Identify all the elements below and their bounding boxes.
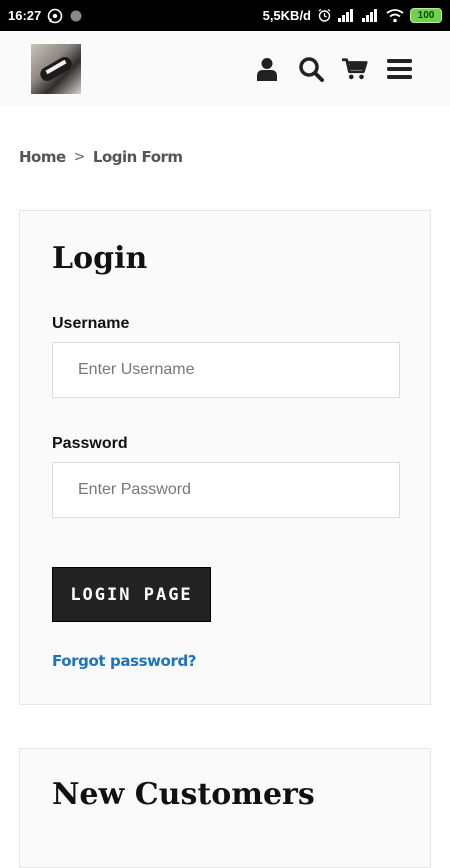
username-label: Username bbox=[52, 315, 130, 332]
signal-icon-2 bbox=[362, 9, 380, 22]
breadcrumb: Home > Login Form bbox=[19, 148, 183, 166]
wifi-icon bbox=[386, 8, 404, 23]
breadcrumb-current: Login Form bbox=[92, 148, 183, 166]
new-customers-title: New Customers bbox=[52, 777, 315, 812]
breadcrumb-home[interactable]: Home bbox=[19, 148, 66, 166]
login-card: Login Username Password LOGIN PAGE Forgo… bbox=[19, 210, 431, 705]
signal-icon bbox=[338, 9, 356, 22]
site-header bbox=[0, 31, 450, 106]
new-customers-card: New Customers bbox=[19, 748, 431, 868]
status-left: 16:27 bbox=[8, 8, 83, 24]
login-title: Login bbox=[52, 241, 148, 276]
status-time: 16:27 bbox=[8, 8, 42, 23]
search-icon[interactable] bbox=[298, 56, 324, 82]
cart-icon[interactable] bbox=[342, 56, 368, 82]
password-input[interactable] bbox=[52, 462, 400, 518]
site-logo[interactable] bbox=[31, 43, 81, 94]
password-label: Password bbox=[52, 435, 128, 452]
menu-icon[interactable] bbox=[386, 56, 412, 82]
chevron-right-icon: > bbox=[73, 149, 86, 165]
forgot-password-link[interactable]: Forgot password? bbox=[52, 652, 196, 670]
header-icons bbox=[254, 56, 412, 82]
username-input[interactable] bbox=[52, 342, 400, 398]
network-speed: 5,5KB/d bbox=[262, 8, 311, 23]
status-right: 5,5KB/d 100 bbox=[263, 8, 442, 23]
alarm-icon bbox=[317, 8, 332, 23]
notification-dot-icon bbox=[69, 9, 83, 23]
user-icon[interactable] bbox=[254, 56, 280, 82]
status-bar: 16:27 5,5KB/d 100 bbox=[0, 0, 450, 31]
whatsapp-icon bbox=[47, 8, 63, 24]
battery-icon: 100 bbox=[410, 8, 442, 23]
login-button[interactable]: LOGIN PAGE bbox=[52, 567, 211, 622]
